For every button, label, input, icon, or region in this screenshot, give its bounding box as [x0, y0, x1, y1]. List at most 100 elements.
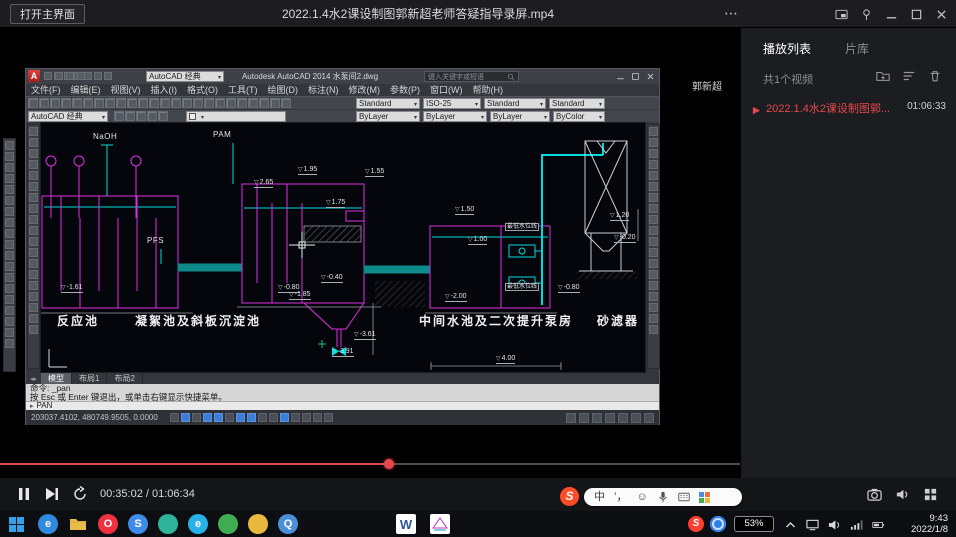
maximize-button[interactable]	[907, 5, 925, 23]
mini-player-button[interactable]	[832, 5, 850, 23]
chinese-mode-icon[interactable]: 中	[594, 488, 605, 506]
combo-value: Standard	[359, 99, 412, 108]
sidebar-actions	[876, 69, 942, 83]
clock[interactable]: 9:43 2022/1/8	[911, 513, 948, 535]
soft-keyboard-icon[interactable]	[678, 488, 690, 506]
tray-app-icon[interactable]	[710, 516, 726, 532]
sogou-browser-glyph: S	[134, 518, 141, 530]
sogou-logo-icon[interactable]: S	[560, 487, 579, 506]
chevron-up-icon[interactable]	[784, 518, 797, 536]
display-icon[interactable]	[806, 518, 819, 536]
next-button[interactable]	[44, 486, 61, 503]
toolbar-button-icon	[5, 339, 14, 348]
progress-knob[interactable]	[384, 459, 394, 469]
tray-sogou-icon[interactable]: S	[688, 516, 704, 532]
menu-item: 绘图(D)	[263, 84, 304, 96]
video-surface[interactable]: 郭新超 A AutoCAD 经典 Autodesk AutoCAD 2014 水…	[0, 28, 740, 478]
taskbar-app-cad[interactable]	[430, 514, 450, 534]
command-text: PAN	[37, 401, 53, 410]
window-controls	[832, 0, 950, 28]
style-combos: StandardISO-25StandardStandard	[356, 98, 605, 109]
playlist-item-title: 2022.1.4水2课设制图郭...	[766, 100, 890, 116]
clock-time: 9:43	[911, 513, 948, 524]
playback-mode-button[interactable]	[72, 486, 89, 503]
tab-playlist[interactable]: 播放列表	[763, 40, 811, 57]
taskbar-app-opera[interactable]: O	[98, 514, 118, 534]
punctuation-mode-icon[interactable]: ’，	[614, 488, 627, 506]
toolbar-button-icon	[649, 127, 658, 136]
taskbar-app-app-green[interactable]	[218, 514, 238, 534]
sort-icon[interactable]	[902, 69, 916, 83]
emoji-icon[interactable]: ☺	[636, 488, 647, 506]
toolbar-button-icon	[29, 160, 38, 169]
ie-glyph: e	[195, 518, 201, 530]
pin-button[interactable]	[857, 5, 875, 23]
toolbar-button-icon	[5, 306, 14, 315]
pause-button[interactable]	[16, 486, 33, 503]
toolbox-icon[interactable]	[699, 492, 710, 503]
taskbar-app-chrome[interactable]	[248, 514, 268, 534]
tab-library[interactable]: 片库	[845, 40, 869, 57]
taskbar-app-file-explorer[interactable]	[68, 514, 88, 534]
toolbar-button-icon	[138, 98, 148, 108]
start-button[interactable]	[9, 517, 24, 532]
add-folder-icon[interactable]	[876, 69, 890, 83]
minimize-button[interactable]	[882, 5, 900, 23]
battery-indicator[interactable]: 53%	[734, 516, 774, 532]
voice-input-icon[interactable]	[657, 488, 669, 506]
cad-maximize-icon	[630, 71, 641, 82]
toolbar-button-icon	[5, 174, 14, 183]
battery-icon[interactable]	[872, 518, 885, 536]
chevron-down-icon	[412, 112, 417, 121]
toolbar-button-icon	[649, 281, 658, 290]
status-toggle	[258, 413, 267, 422]
toolbar-button-icon	[29, 204, 38, 213]
toolbar-button-icon	[5, 207, 14, 216]
volume-icon[interactable]	[895, 487, 910, 507]
taskbar-app-browser[interactable]	[158, 514, 178, 534]
taskbar-app-sogou-browser[interactable]: S	[128, 514, 148, 534]
player-titlebar: 打开主界面 2022.1.4水2课设制图郭新超老师答疑指导录屏.mp4 ⋯	[0, 0, 956, 28]
toolbar-button-icon	[72, 98, 82, 108]
taskbar-app-qq[interactable]: Q	[278, 514, 298, 534]
grid-icon[interactable]	[923, 487, 938, 507]
toolbar-button-icon	[649, 270, 658, 279]
toolbar-button-icon	[5, 141, 14, 150]
status-toggle	[302, 413, 311, 422]
toolbar-button-icon	[649, 248, 658, 257]
cad-close-icon	[645, 71, 656, 82]
cad-file-icon	[430, 514, 450, 534]
more-options-icon[interactable]: ⋯	[718, 0, 744, 28]
camera-icon[interactable]	[867, 487, 882, 507]
delete-icon[interactable]	[928, 69, 942, 83]
word-icon: W	[400, 517, 412, 532]
autocad-logo-icon: A	[28, 70, 40, 82]
chevron-down-icon	[538, 99, 543, 108]
cad-toolbar-layers: AutoCAD 经典 ByLayerByLayerByLayerByColor	[26, 109, 659, 122]
toolbar-button-icon	[29, 248, 38, 257]
cad-titlebar: A AutoCAD 经典 Autodesk AutoCAD 2014 水泵间2.…	[26, 69, 659, 84]
close-button[interactable]	[932, 5, 950, 23]
toolbar-button-icon	[5, 328, 14, 337]
combo-value: ByLayer	[426, 112, 479, 121]
toolbar-button-icon	[649, 314, 658, 323]
toolbar-button-icon	[50, 98, 60, 108]
toolbar-button-icon	[5, 240, 14, 249]
cad-toolbar-standard: StandardISO-25StandardStandard	[26, 96, 659, 109]
taskbar-app-ie[interactable]: e	[188, 514, 208, 534]
tb1-icons	[26, 97, 293, 109]
toolbar-button-icon	[649, 182, 658, 191]
toolbar-button-icon	[649, 215, 658, 224]
playlist-panel: 播放列表 片库 共1个视频 2022.1.4水2课设制图郭... 01:06:3…	[740, 28, 956, 478]
status-toggle	[324, 413, 333, 422]
command-history-line: 按 Esc 或 Enter 键退出，或单击右键显示快捷菜单。	[26, 393, 659, 402]
taskbar-app-word[interactable]: W	[396, 514, 416, 534]
chevron-down-icon	[473, 99, 478, 108]
playlist-item[interactable]: 2022.1.4水2课设制图郭... 01:06:33	[741, 94, 956, 120]
speaker-icon[interactable]	[828, 518, 841, 536]
network-icon[interactable]	[850, 518, 863, 536]
seek-bar[interactable]	[0, 459, 740, 469]
open-main-button[interactable]: 打开主界面	[10, 4, 85, 24]
taskbar-app-edge[interactable]: e	[38, 514, 58, 534]
toolbar-button-icon	[29, 259, 38, 268]
